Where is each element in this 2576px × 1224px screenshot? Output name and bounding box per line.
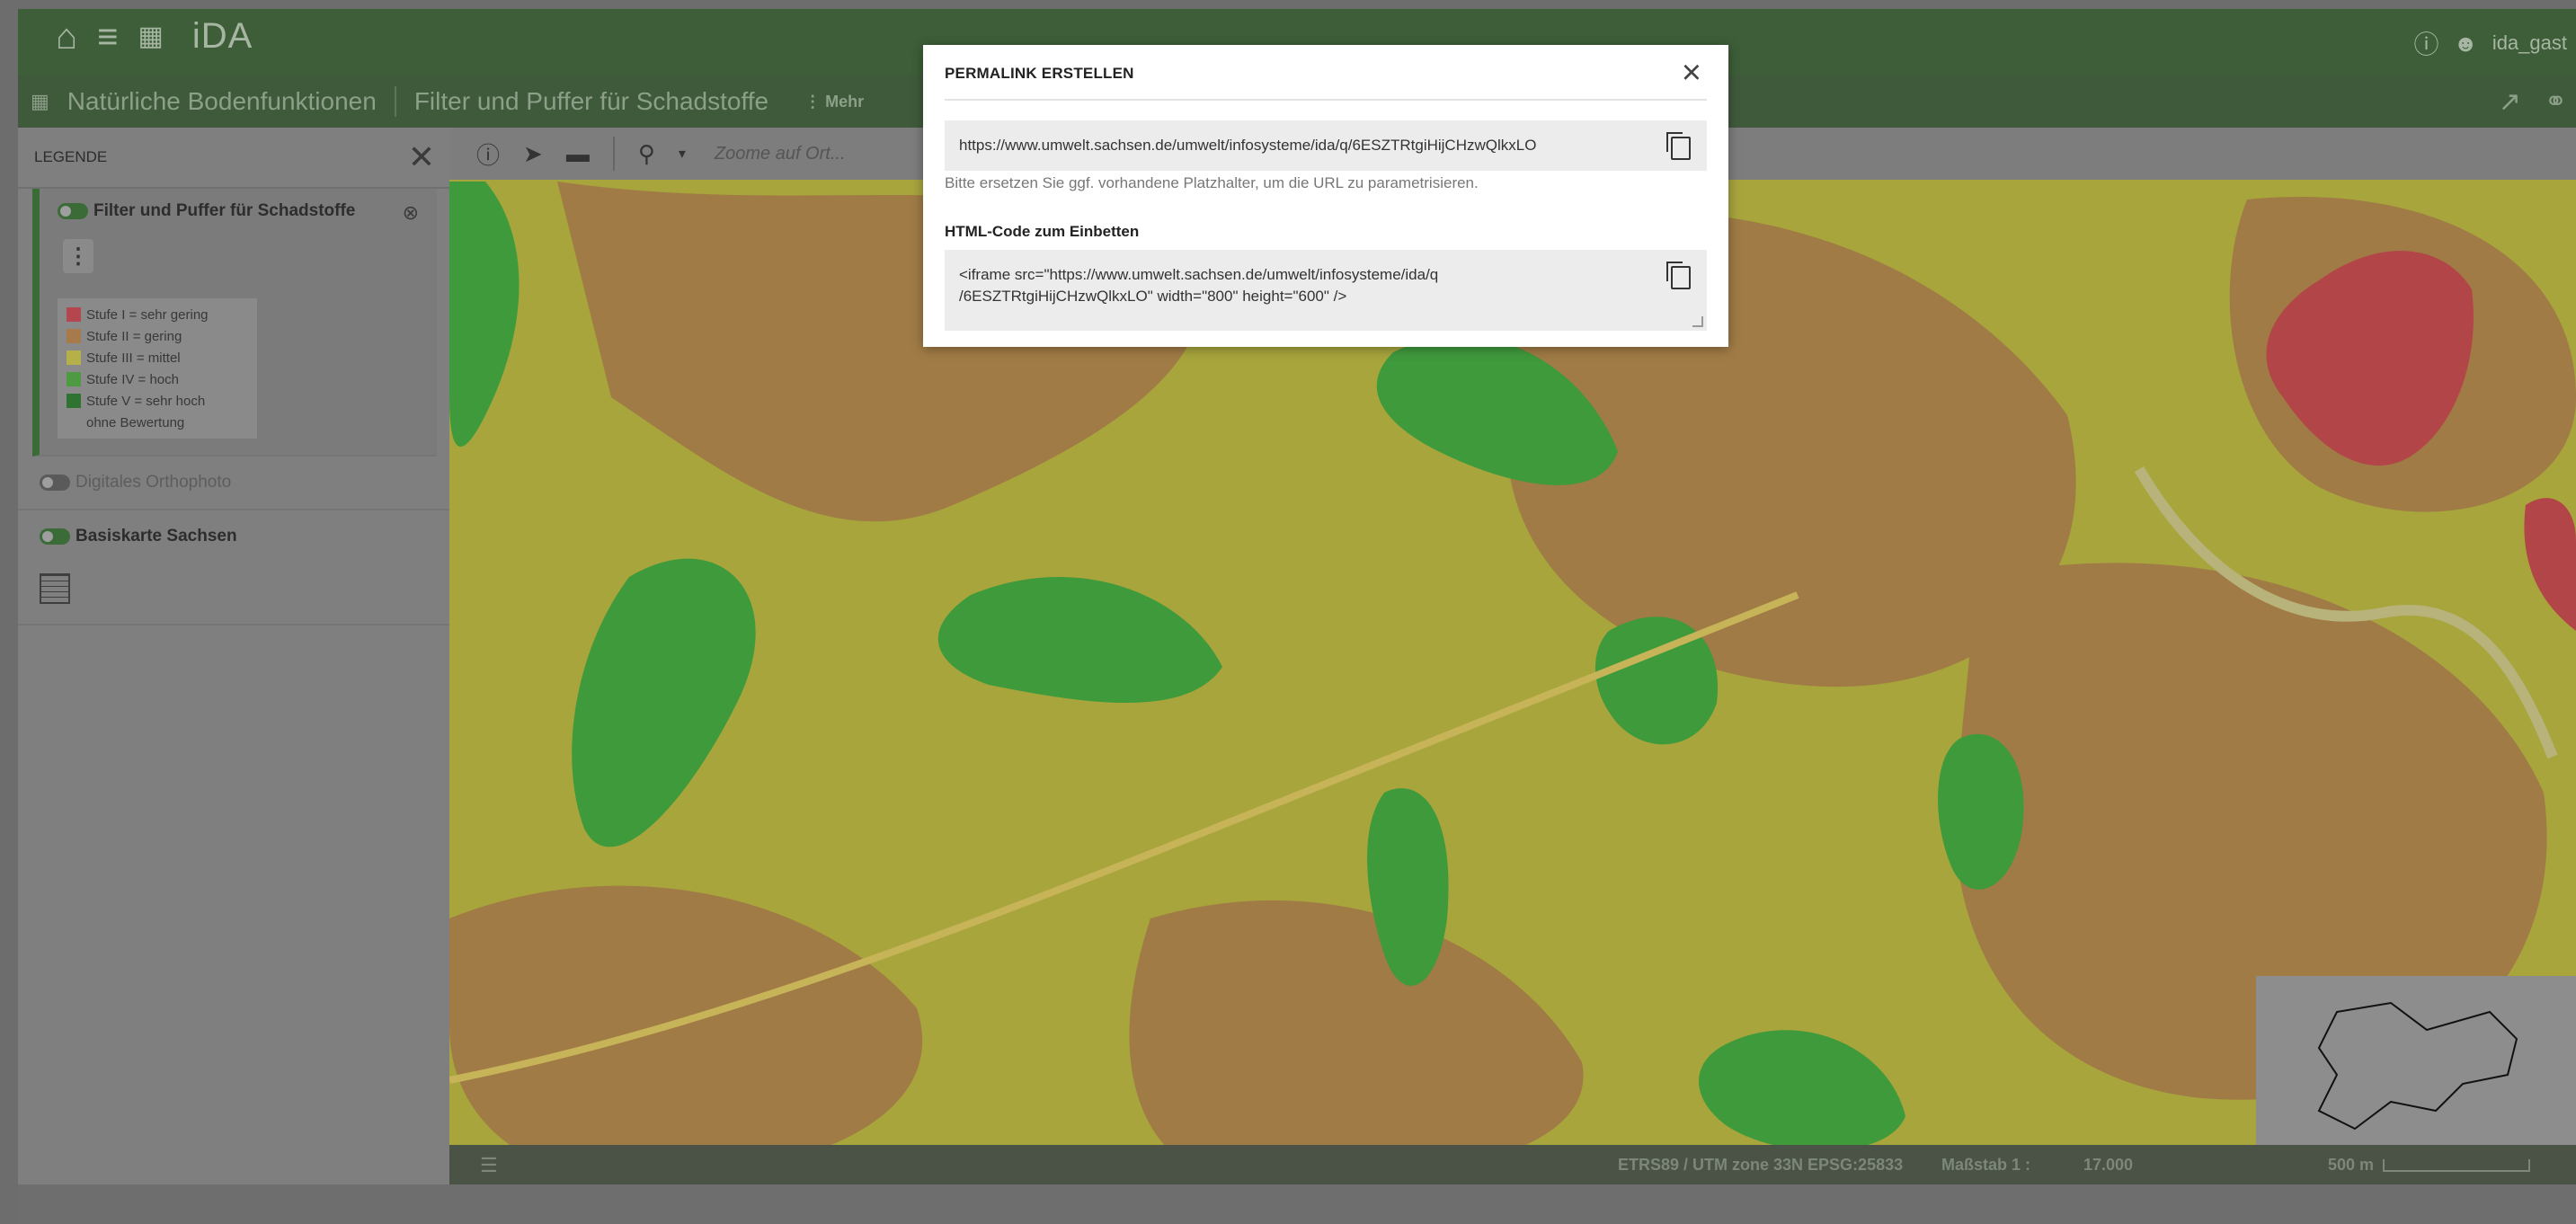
permalink-dialog: PERMALINK ERSTELLEN × https://www.umwelt… [923,45,1728,347]
layer-toggle-basiskarte[interactable] [40,528,70,545]
saxony-outline-icon [2317,1001,2518,1131]
legend-header: LEGENDE ✕ [18,128,449,189]
scale-bar-ruler [2383,1158,2531,1172]
measure-tool-icon[interactable]: ▬ [566,140,590,168]
legend-item-label: Stufe IV = hoch [86,371,179,387]
swatch [67,329,81,343]
legend-item: Stufe III = mittel [67,347,252,368]
dialog-close-icon[interactable]: × [1682,56,1701,90]
legend-item-label: Stufe II = gering [86,328,182,344]
embed-code-line-2[interactable]: /6ESZTRtgiHijCHzwQlkxLO" width="800" hei… [959,286,1346,307]
share-icon[interactable]: ↗ [2499,86,2521,118]
footer-bar [18,1184,2576,1224]
permalink-hint: Bitte ersetzen Sie ggf. vorhandene Platz… [945,174,1479,191]
legend-close-icon[interactable]: ✕ [408,138,435,176]
embed-code-field[interactable]: <iframe src="https://www.umwelt.sachsen.… [945,250,1707,331]
top-right-actions: ⓘ ☻ ida_gast [2413,25,2567,61]
legend-item-label: Stufe I = sehr gering [86,306,209,323]
layer-toggle-filter[interactable] [58,203,88,219]
scale-label: Maßstab 1 : [1941,1156,2031,1174]
swatch [67,307,81,322]
swatch [67,394,81,408]
search-icon[interactable]: ⚲ [638,140,655,168]
grid-icon [40,573,70,604]
app-window: ⌂ ≡ ▦ iDA ⓘ ☻ ida_gast ▦ Natürliche Bode… [18,9,2576,1224]
dialog-title: PERMALINK ERSTELLEN [945,65,1134,82]
map-icon[interactable]: ▦ [138,22,164,50]
swatch [67,415,81,430]
saxony-outline [2317,1001,2518,1131]
link-icon[interactable]: ⚭ [2545,86,2567,118]
remove-layer-icon[interactable]: ⊗ [403,201,419,225]
layer-name: Filter und Puffer für Schadstoffe [93,201,356,220]
layer-toggle-orthophoto[interactable] [40,475,70,491]
list-icon[interactable]: ☰ [480,1154,498,1177]
crs-label: ETRS89 / UTM zone 33N EPSG:25833 [1618,1156,1904,1174]
home-icon[interactable]: ⌂ [56,19,77,55]
legend-item: ohne Bewertung [67,412,252,433]
help-icon[interactable]: ⓘ [2413,25,2438,61]
layer-options-button[interactable]: ⋮ [63,239,93,273]
user-name[interactable]: ida_gast [2492,31,2567,55]
status-bar: ☰ ETRS89 / UTM zone 33N EPSG:25833 Maßst… [449,1145,2576,1184]
legend-item-label: Stufe V = sehr hoch [86,393,206,409]
search-dropdown-icon[interactable]: ▾ [679,145,686,163]
legend-title: LEGENDE [34,148,108,165]
select-tool-icon[interactable]: ➤ [523,140,543,168]
resize-handle[interactable] [1692,316,1703,327]
title-divider [394,86,396,117]
legend-classes: Stufe I = sehr gering Stufe II = gering … [58,298,257,439]
embed-code-line-1[interactable]: <iframe src="https://www.umwelt.sachsen.… [959,264,1438,286]
top-nav: ⌂ ≡ ▦ iDA [56,16,253,57]
scale-bar-label: 500 m [2328,1156,2375,1174]
toolbar-divider [612,137,615,171]
more-button[interactable]: ⋮ Mehr [804,93,864,111]
map-title[interactable]: Natürliche Bodenfunktionen [67,87,377,116]
legend-item: Stufe IV = hoch [67,368,252,390]
swatch [67,372,81,386]
scale-bar: 500 m [2328,1156,2531,1175]
menu-icon[interactable]: ≡ [97,19,118,55]
dialog-header: PERMALINK ERSTELLEN × [945,56,1707,101]
legend-panel: LEGENDE ✕ Filter und Puffer für Schadsto… [18,128,449,1224]
copy-url-icon[interactable] [1666,132,1691,160]
theme-title[interactable]: Filter und Puffer für Schadstoffe [414,87,768,116]
layer-name: Basiskarte Sachsen [76,527,237,545]
user-icon[interactable]: ☻ [2453,30,2477,58]
legend-layer-filter: Filter und Puffer für Schadstoffe ⊗ ⋮ St… [32,189,437,457]
embed-code-label: HTML-Code zum Einbetten [945,223,1140,240]
overview-map[interactable] [2256,976,2576,1145]
legend-item: Stufe II = gering [67,325,252,347]
more-label: Mehr [825,92,865,111]
copy-embed-icon[interactable] [1666,262,1691,289]
permalink-url[interactable]: https://www.umwelt.sachsen.de/umwelt/inf… [959,135,1536,156]
app-brand: iDA [191,16,253,56]
legend-item-label: ohne Bewertung [86,414,185,430]
info-tool-icon[interactable]: ⓘ [476,137,500,171]
legend-item: Stufe V = sehr hoch [67,390,252,412]
legend-item-label: Stufe III = mittel [86,350,181,366]
layer-name: Digitales Orthophoto [76,473,232,492]
search-input[interactable]: Zoome auf Ort... [715,144,846,164]
legend-layer-basiskarte: Basiskarte Sachsen [18,510,449,625]
swatch [67,350,81,365]
map-title-icon: ▦ [31,90,49,112]
permalink-field[interactable]: https://www.umwelt.sachsen.de/umwelt/inf… [945,120,1707,171]
legend-item: Stufe I = sehr gering [67,304,252,325]
scale-value[interactable]: 17.000 [2083,1156,2133,1175]
legend-layer-orthophoto: Digitales Orthophoto [18,457,449,510]
